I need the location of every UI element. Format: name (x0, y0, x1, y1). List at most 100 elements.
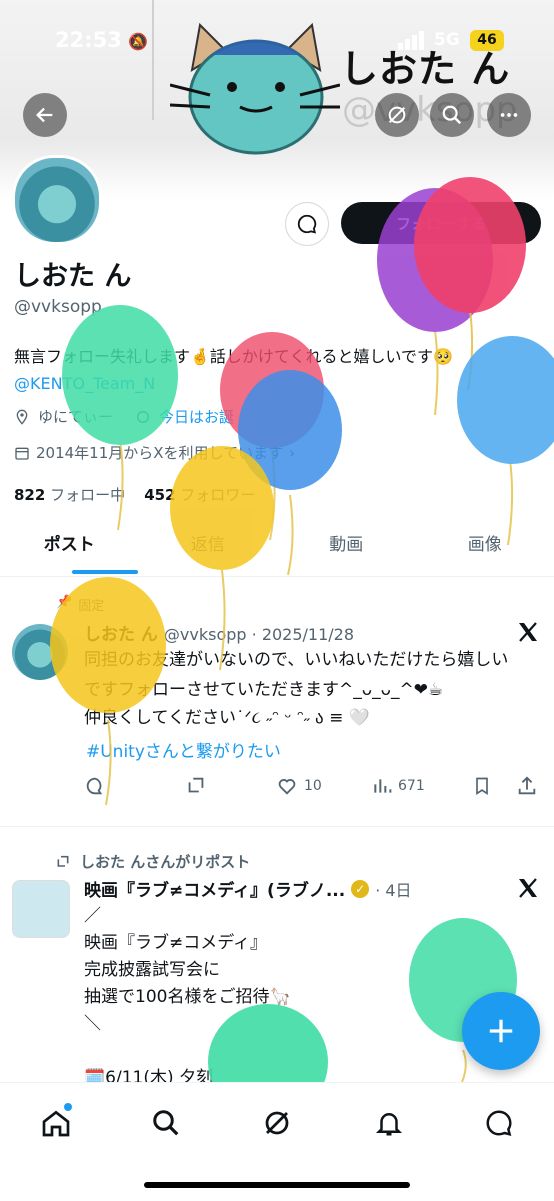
tweet-line: ＼ (84, 1011, 291, 1038)
tweet-divider (0, 826, 554, 827)
joined-row: 2014年11月からXを利用しています › (14, 442, 295, 463)
following-label: フォロー中 (50, 486, 125, 504)
tweet-avatar[interactable] (12, 880, 70, 938)
compose-button[interactable] (462, 992, 540, 1070)
calendar-icon (14, 445, 30, 461)
search-icon (151, 1108, 181, 1138)
reply-icon (84, 775, 106, 797)
grok-icon (386, 104, 408, 126)
like-count: 10 (304, 778, 322, 794)
more-icon (498, 104, 520, 126)
tweet-line: ／ (84, 903, 291, 930)
tab-replies[interactable]: 返信 (139, 522, 278, 576)
plus-icon (486, 1016, 516, 1046)
nav-notifications[interactable] (367, 1101, 411, 1145)
status-time: 22:53 (55, 28, 122, 52)
following-link[interactable]: 822 フォロー中 (14, 486, 125, 504)
nav-home[interactable] (34, 1101, 78, 1145)
pinned-tweet-text-2: 仲良くしてください˙ᐟ૮ ˶ᵔ ᵕ ᵔ˶ ა ≡ 🤍 (84, 703, 524, 733)
tab-indicator (72, 570, 138, 574)
message-icon (296, 213, 318, 235)
like-button[interactable]: 10 (276, 775, 372, 797)
retweet-icon (54, 854, 72, 870)
retweet-button[interactable] (184, 775, 276, 797)
bookmark-icon (472, 775, 492, 797)
tab-images[interactable]: 画像 (416, 522, 554, 576)
tweet-author-name[interactable]: しおた ん (84, 620, 158, 645)
location-text: ゆにてぃー (38, 406, 113, 427)
back-button[interactable] (23, 93, 67, 137)
tab-videos[interactable]: 動画 (277, 522, 416, 576)
hashtag-link[interactable]: #Unityさんと繋がりたい (86, 737, 281, 762)
profile-name: しおた ん (14, 254, 131, 293)
tweet-actions: 10 671 (84, 772, 544, 800)
followers-count: 452 (144, 486, 175, 504)
x-logo-icon (516, 620, 540, 644)
repost-label: しおた んさんがリポスト (80, 851, 250, 872)
pinned-tweet-header: しおた ん @vvksopp · 2025/11/28 (84, 620, 354, 645)
more-button[interactable] (487, 93, 531, 137)
pinned-tweet-text: 同担のお友達がいないので、いいねいただけたら嬉しいですフォローさせていただきます… (84, 645, 524, 705)
tweet-time: · 4日 (375, 877, 411, 901)
nav-search[interactable] (144, 1101, 188, 1145)
bio-mention-link[interactable]: @KENTO_Team_N (14, 370, 534, 397)
fish-cat-illustration (170, 15, 340, 155)
follow-button[interactable]: フォローする (341, 202, 541, 244)
x-logo-icon (516, 876, 540, 900)
repost-tweet-header: 映画『ラブ≠コメディ』(ラブノ... ✓ · 4日 (84, 876, 412, 901)
home-indicator (144, 1182, 410, 1188)
views-count: 671 (398, 778, 425, 794)
network-type: 5G (434, 30, 460, 50)
location-icon (14, 409, 30, 425)
chevron-right-icon: › (289, 444, 295, 462)
signal-icon (398, 30, 426, 50)
retweet-icon (184, 775, 208, 797)
nav-messages[interactable] (477, 1101, 521, 1145)
search-icon (441, 104, 463, 126)
profile-link[interactable]: 今日はお誕 (159, 406, 234, 427)
bookmark-button[interactable] (472, 775, 516, 797)
views-button[interactable]: 671 (372, 776, 472, 796)
profile-tabs: ポスト 返信 動画 画像 (0, 522, 554, 577)
share-icon (516, 775, 538, 797)
tweet-author-name[interactable]: 映画『ラブ≠コメディ』(ラブノ... (84, 876, 345, 901)
banner-divider (152, 0, 154, 120)
follow-counts: 822 フォロー中 452 フォロワー (14, 484, 255, 505)
location-row: ゆにてぃー 今日はお誕 (14, 406, 234, 427)
pin-icon: 📌 (56, 595, 72, 614)
profile-bio: 無言フォロー失礼します🤞話しかけてくれると嬉しいです🥺 @KENTO_Team_… (14, 343, 534, 397)
joined-text: 2014年11月からXを利用しています (36, 442, 283, 463)
repost-tweet-text: ／ 映画『ラブ≠コメディ』 完成披露試写会に 抽選で100名様をご招待🦙 ＼ 🗓… (84, 903, 291, 1092)
tab-posts[interactable]: ポスト (0, 522, 139, 576)
tweet-line: 映画『ラブ≠コメディ』 (84, 930, 291, 957)
share-button[interactable] (516, 775, 538, 797)
tweet-line: 完成披露試写会に (84, 957, 291, 984)
message-icon (484, 1108, 514, 1138)
grok-button[interactable] (375, 93, 419, 137)
views-icon (372, 776, 392, 796)
back-arrow-icon (34, 104, 56, 126)
bio-text: 無言フォロー失礼します🤞話しかけてくれると嬉しいです🥺 (14, 343, 534, 370)
following-count: 822 (14, 486, 45, 504)
reply-button[interactable] (84, 775, 184, 797)
link-icon (135, 409, 151, 425)
grok-icon (262, 1108, 292, 1138)
pinned-label: 固定 (78, 595, 104, 614)
tweet-handle-date: @vvksopp · 2025/11/28 (164, 625, 354, 644)
home-icon (40, 1107, 72, 1139)
notification-dot (64, 1103, 72, 1111)
battery-badge: 46 (470, 30, 504, 51)
avatar[interactable] (12, 155, 102, 245)
tweet-line (84, 1038, 291, 1065)
tweet-line: 抽選で100名様をご招待🦙 (84, 984, 291, 1011)
profile-handle: @vvksopp (14, 297, 102, 317)
followers-link[interactable]: 452 フォロワー (144, 486, 255, 504)
pinned-label-row: 📌 固定 (56, 595, 104, 614)
silent-bell-icon: 🔕 (128, 32, 148, 51)
tweet-avatar[interactable] (12, 624, 68, 680)
message-button[interactable] (285, 202, 329, 246)
followers-label: フォロワー (180, 486, 255, 504)
notifications-icon (374, 1108, 404, 1138)
search-button[interactable] (430, 93, 474, 137)
nav-grok[interactable] (255, 1101, 299, 1145)
